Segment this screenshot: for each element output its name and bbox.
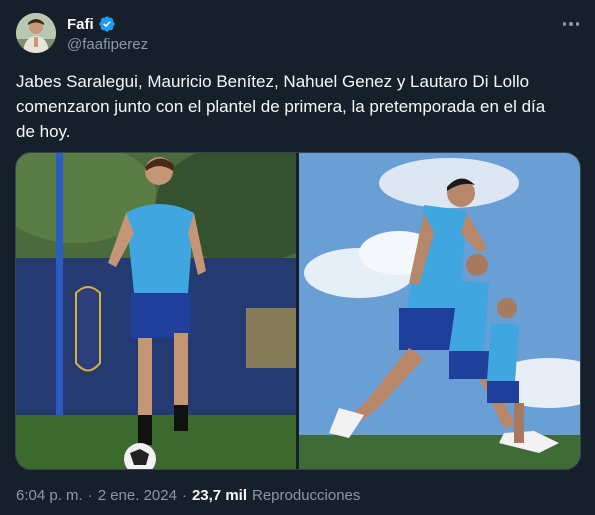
author-display-name[interactable]: Fafi xyxy=(67,16,94,33)
verified-badge-icon[interactable] xyxy=(98,15,116,33)
tweet-time[interactable]: 6:04 p. m. xyxy=(16,487,83,504)
photo-1[interactable] xyxy=(16,153,296,469)
media-grid[interactable] xyxy=(15,152,581,470)
meta-separator: · xyxy=(181,487,187,504)
tweet-card[interactable]: Fafi @faafiperez Jabes Saralegui, Mauric… xyxy=(0,0,595,515)
views-count: 23,7 mil xyxy=(191,487,247,504)
tweet-text: Jabes Saralegui, Mauricio Benítez, Nahue… xyxy=(16,72,546,141)
photo-1-image xyxy=(16,153,296,469)
avatar[interactable] xyxy=(16,13,56,53)
photo-2-image xyxy=(299,153,580,469)
tweet-meta: 6:04 p. m. · 2 ene. 2024 · 23,7 mil Repr… xyxy=(16,487,360,504)
author-name-row[interactable]: Fafi xyxy=(67,14,116,34)
tweet-date[interactable]: 2 ene. 2024 xyxy=(98,487,177,504)
meta-separator: · xyxy=(87,487,93,504)
more-options-icon[interactable] xyxy=(558,14,584,34)
author-handle[interactable]: @faafiperez xyxy=(67,36,148,53)
photo-2[interactable] xyxy=(299,153,580,469)
views-label: Reproducciones xyxy=(252,487,361,504)
